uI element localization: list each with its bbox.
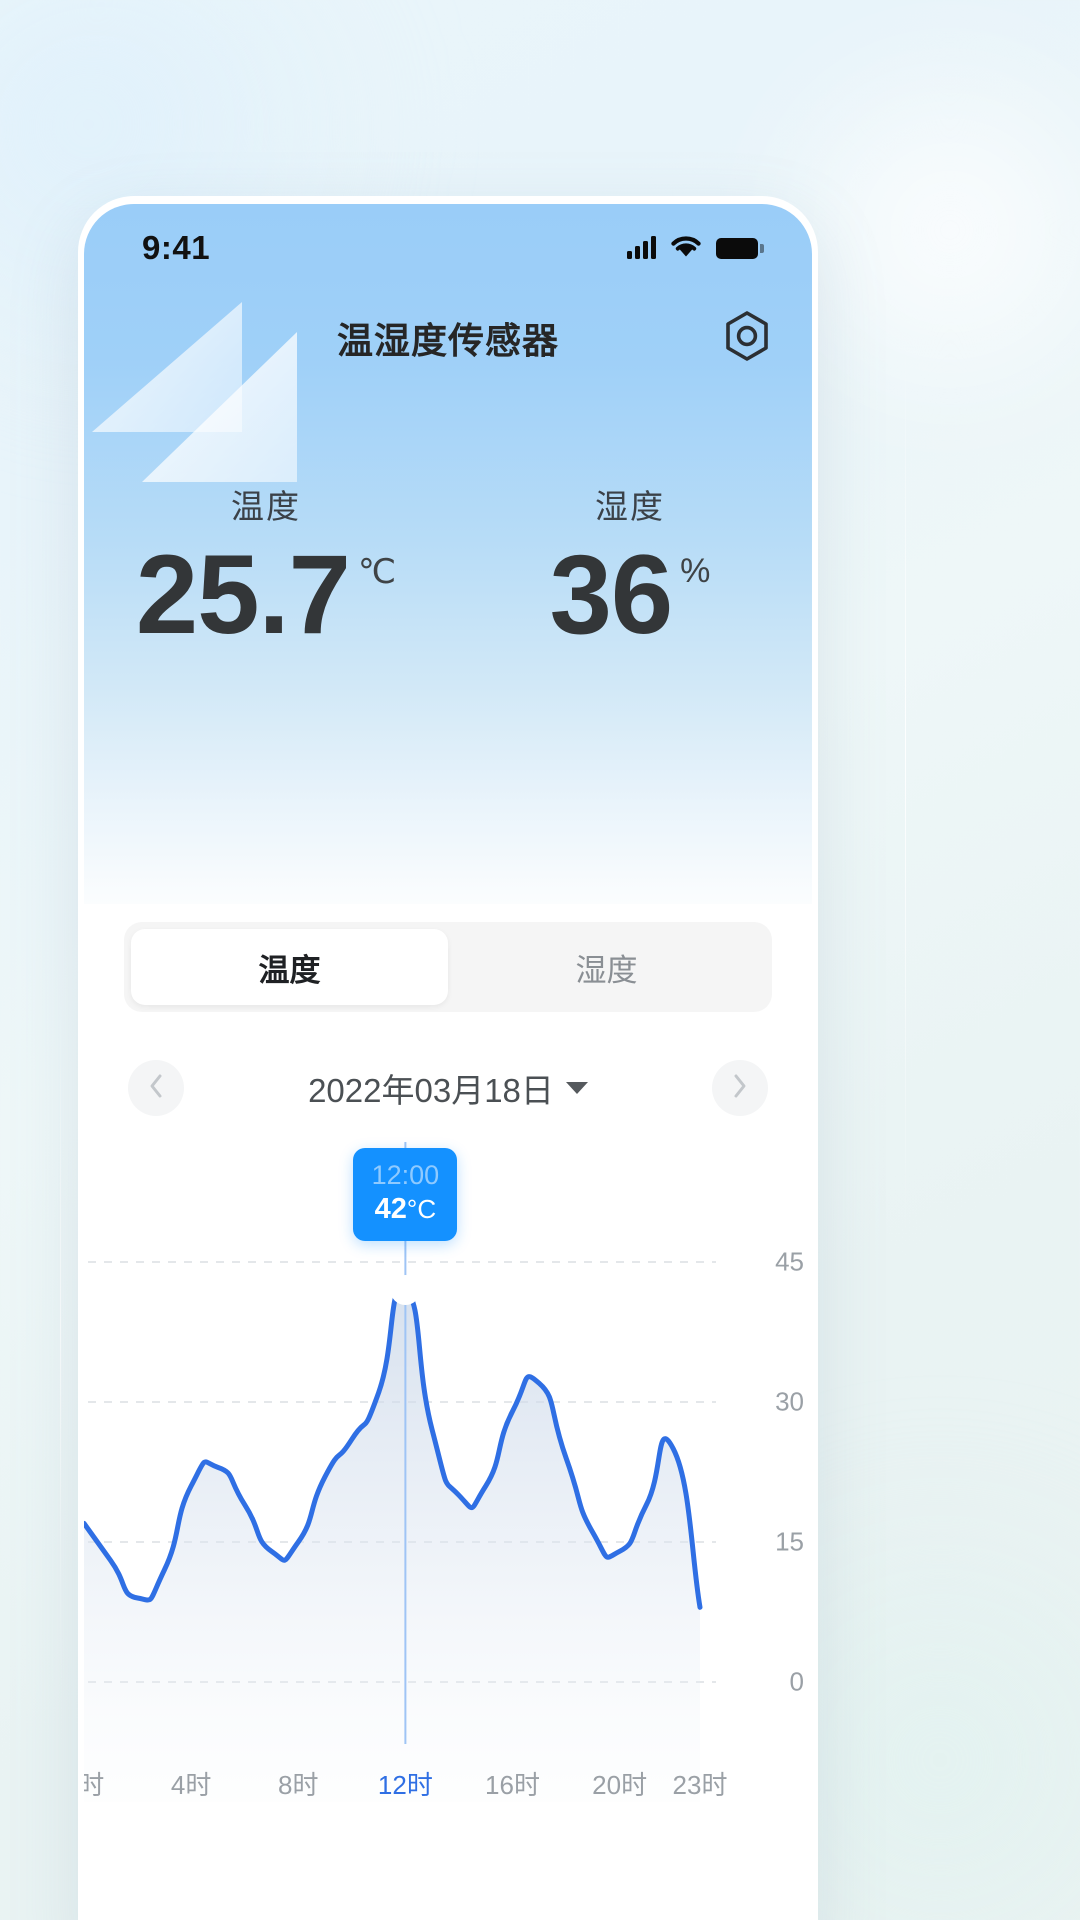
tooltip-value: 42 [374,1193,407,1226]
settings-button[interactable] [720,310,774,367]
tooltip-value-group: 42°C [353,1191,457,1227]
page-title: 温湿度传感器 [336,320,559,361]
tooltip-unit: °C [406,1194,437,1225]
temperature-value-group: 25.7 ℃ [135,532,397,657]
tab-temperature[interactable]: 温度 [131,929,448,1005]
app-header: 温湿度传感器 [84,292,812,384]
background-accent-line-left [60,980,61,1680]
temperature-line-chart[interactable] [84,1142,812,1802]
x-axis-tick-label[interactable]: 0时 [84,1765,104,1802]
temperature-value: 25.7 [135,532,351,657]
tooltip-time: 12:00 [371,1160,440,1190]
caret-down-icon [565,1082,588,1094]
humidity-value: 36 [549,532,674,657]
date-selector[interactable]: 2022年03月18日 [308,1064,588,1112]
cellular-signal-icon [627,236,656,259]
chevron-left-icon [146,1072,166,1105]
tab-humidity[interactable]: 湿度 [448,929,765,1005]
selected-date: 2022年03月18日 [308,1072,554,1109]
temperature-reading: 温度 25.7 ℃ [84,480,448,657]
status-bar-time: 9:41 [142,229,211,266]
humidity-label: 湿度 [595,488,665,525]
chart-container[interactable]: 12:00 42°C 45 30 15 0 0时 4时 8时 12时 16时 20时 23时 [84,1142,812,1802]
metric-tabs: 温度 湿度 [124,922,772,1012]
y-axis-tick-label: 30 [775,1386,804,1417]
metric-tabs-container: 温度 湿度 [84,922,812,1012]
y-axis-tick-label: 45 [775,1246,804,1277]
humidity-reading: 湿度 36 % [448,480,812,657]
x-axis-tick-label[interactable]: 23时 [673,1765,728,1802]
humidity-unit: % [680,552,711,590]
x-axis-tick-label[interactable]: 20时 [592,1765,647,1802]
status-bar-icons [627,233,764,264]
date-navigator: 2022年03月18日 [84,1060,812,1116]
chart-area-fill [84,1288,700,1802]
hero-section: 9:41 温湿度传感器 温度 25.7 ℃ 湿度 36 % [84,204,812,904]
temperature-label: 温度 [231,488,301,525]
y-axis-tick-label: 15 [775,1526,804,1557]
battery-icon [716,237,764,259]
chart-selected-point[interactable] [390,1275,421,1305]
wifi-icon [668,233,704,264]
chart-tooltip: 12:00 42°C [353,1148,458,1242]
temperature-unit: ℃ [357,553,397,591]
x-axis-tick-label[interactable]: 12时 [378,1765,433,1802]
status-bar: 9:41 [84,204,812,292]
next-day-button[interactable] [711,1060,768,1116]
y-axis-tick-label: 0 [789,1666,804,1697]
x-axis-tick-label[interactable]: 8时 [278,1765,318,1802]
readings-row: 温度 25.7 ℃ 湿度 36 % [84,480,812,657]
phone-screen: 9:41 温湿度传感器 温度 25.7 ℃ 湿度 36 % 温度 湿度 2022… [84,204,812,1920]
humidity-value-group: 36 % [549,532,711,657]
gear-icon [722,310,772,367]
background-accent-line-right [905,340,906,1240]
previous-day-button[interactable] [128,1060,184,1116]
phone-mockup: 9:41 温湿度传感器 温度 25.7 ℃ 湿度 36 % 温度 湿度 2022… [78,196,818,1920]
x-axis-tick-label[interactable]: 4时 [171,1765,211,1802]
x-axis-tick-label[interactable]: 16时 [485,1765,540,1802]
chevron-right-icon [730,1072,750,1105]
